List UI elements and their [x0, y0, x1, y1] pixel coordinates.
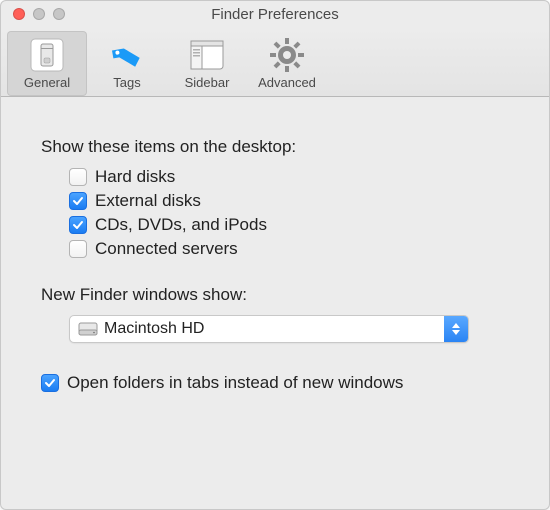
zoom-window-button[interactable]: [53, 8, 65, 20]
tab-tags[interactable]: Tags: [87, 31, 167, 96]
checkbox-row-open-in-tabs[interactable]: Open folders in tabs instead of new wind…: [41, 373, 519, 393]
close-window-button[interactable]: [13, 8, 25, 20]
hard-drive-icon: [70, 320, 104, 338]
tab-general-label: General: [7, 75, 87, 90]
checkbox-label: Hard disks: [95, 167, 175, 187]
checkbox-connected-servers[interactable]: [69, 240, 87, 258]
tab-tags-label: Tags: [87, 75, 167, 90]
desktop-items-heading: Show these items on the desktop:: [41, 137, 519, 157]
titlebar: Finder Preferences: [1, 1, 549, 27]
checkbox-label: CDs, DVDs, and iPods: [95, 215, 267, 235]
sidebar-icon: [167, 35, 247, 75]
checkbox-label: External disks: [95, 191, 201, 211]
traffic-lights: [1, 8, 65, 20]
minimize-window-button[interactable]: [33, 8, 45, 20]
chevron-up-down-icon: [444, 316, 468, 342]
tab-general[interactable]: General: [7, 31, 87, 96]
checkbox-hard-disks[interactable]: [69, 168, 87, 186]
preferences-window: Finder Preferences General Tags: [0, 0, 550, 510]
tab-advanced[interactable]: Advanced: [247, 31, 327, 96]
select-value: Macintosh HD: [104, 320, 204, 338]
checkbox-label: Open folders in tabs instead of new wind…: [67, 373, 403, 393]
checkbox-external-disks[interactable]: [69, 192, 87, 210]
checkbox-cds-dvds-ipods[interactable]: [69, 216, 87, 234]
tab-sidebar-label: Sidebar: [167, 75, 247, 90]
window-title: Finder Preferences: [1, 6, 549, 23]
checkbox-open-in-tabs[interactable]: [41, 374, 59, 392]
tab-sidebar[interactable]: Sidebar: [167, 31, 247, 96]
checkbox-row-connected-servers[interactable]: Connected servers: [69, 239, 519, 259]
checkbox-row-cds-dvds-ipods[interactable]: CDs, DVDs, and iPods: [69, 215, 519, 235]
content-pane: Show these items on the desktop: Hard di…: [1, 97, 549, 413]
desktop-items-list: Hard disks External disks CDs, DVDs, and…: [41, 167, 519, 259]
tags-icon: [87, 35, 167, 75]
checkbox-row-hard-disks[interactable]: Hard disks: [69, 167, 519, 187]
gear-icon: [247, 35, 327, 75]
general-icon: [7, 35, 87, 75]
checkbox-label: Connected servers: [95, 239, 238, 259]
checkbox-row-external-disks[interactable]: External disks: [69, 191, 519, 211]
new-finder-window-select[interactable]: Macintosh HD: [69, 315, 469, 343]
tab-advanced-label: Advanced: [247, 75, 327, 90]
new-finder-windows-heading: New Finder windows show:: [41, 285, 519, 305]
preferences-toolbar: General Tags Sid: [1, 27, 549, 97]
